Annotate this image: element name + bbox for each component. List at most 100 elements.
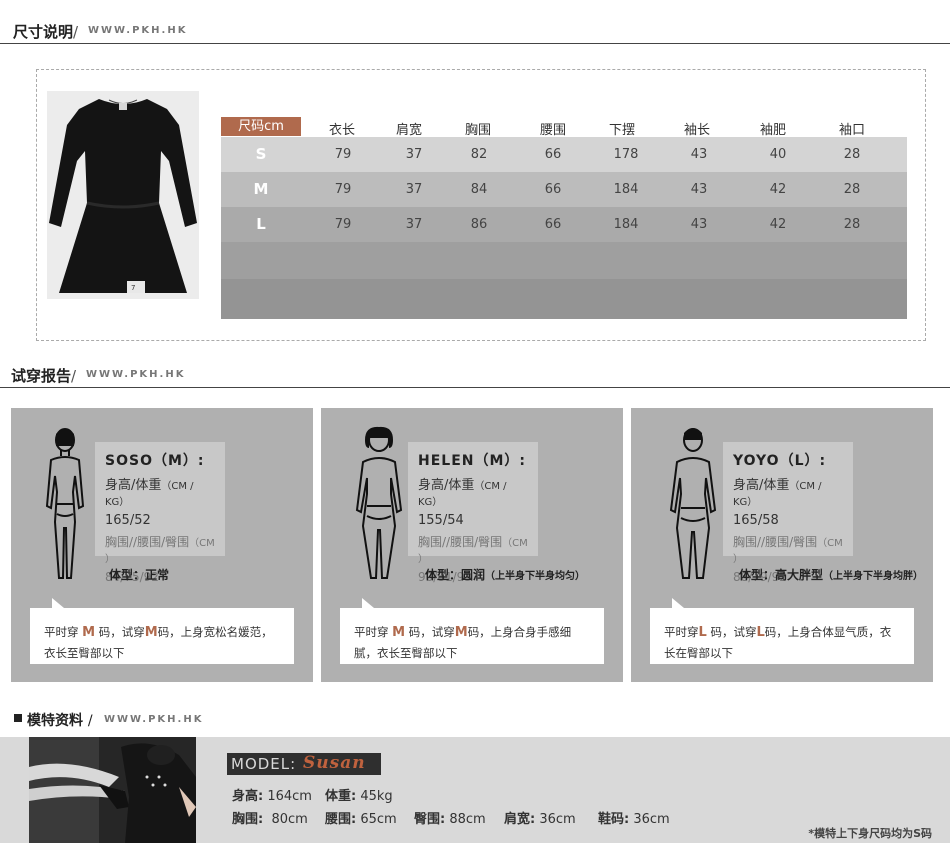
measure-label: 胸围//腰围/臀围（CM ） xyxy=(733,535,843,565)
fitting-comment: 平时穿 M 码，试穿M码，上身合身手感细腻，衣长至臀部以下 xyxy=(340,598,604,664)
column-header: 袖口 xyxy=(838,123,865,138)
fitting-comment: 平时穿L 码，试穿L码，上身合体显气质，衣长在臀部以下 xyxy=(650,598,914,664)
table-cell: 43 xyxy=(690,217,708,232)
hw-value: 155/54 xyxy=(418,513,464,528)
table-cell: 66 xyxy=(544,217,562,232)
model-height: 身高: 164cm xyxy=(232,789,312,804)
model-image xyxy=(29,737,196,843)
table-cell: 43 xyxy=(690,147,708,162)
model-note: *模特上下身尺码均为S码 xyxy=(808,827,932,840)
model-section-title: 模特资料 / xyxy=(27,713,93,729)
model-name: Susan xyxy=(303,753,366,773)
square-bullet-icon xyxy=(14,714,22,722)
fitter-name: HELEN（M）: xyxy=(418,453,527,469)
hw-value: 165/58 xyxy=(733,513,779,528)
model-chest: 胸围: 80cm xyxy=(232,812,308,827)
model-waist: 腰围: 65cm xyxy=(325,812,397,827)
size-table: 尺码cm 衣长 肩宽 胸围 腰围 下摆 袖长 袖肥 袖口 S 79 37 82 … xyxy=(221,117,907,319)
table-cell: 79 xyxy=(334,182,352,197)
model-photo xyxy=(29,737,196,843)
hw-label: 身高/体重（CM / KG） xyxy=(418,478,507,508)
report-section-header: 试穿报告/ WWW.PKH.HK xyxy=(0,362,950,388)
column-header: 肩宽 xyxy=(395,123,422,138)
table-cell: 28 xyxy=(843,147,861,162)
model-info: HELEN（M）: 身高/体重（CM / KG） 155/54 胸围//腰围/臀… xyxy=(408,442,538,584)
table-row-empty xyxy=(221,242,907,279)
fitting-card-helen: HELEN（M）: 身高/体重（CM / KG） 155/54 胸围//腰围/臀… xyxy=(321,408,623,682)
column-header: 袖肥 xyxy=(759,123,786,138)
model-shoe: 鞋码: 36cm xyxy=(598,812,670,827)
body-type: 体型：圆润（上半身下半身均匀） xyxy=(425,568,586,582)
fitter-name: SOSO（M）: xyxy=(105,453,205,469)
model-band: MODEL: Susan 身高: 164cm 体重: 45kg 胸围: 80cm… xyxy=(0,737,950,843)
table-row-empty xyxy=(221,279,907,319)
size-label: L xyxy=(256,215,266,233)
site-url: WWW.PKH.HK xyxy=(86,369,186,380)
table-cell: 86 xyxy=(470,217,488,232)
fitting-card-soso: SOSO（M）: 身高/体重（CM / KG） 165/52 胸围//腰围/臀围… xyxy=(11,408,313,682)
table-row: S 79 37 82 66 178 43 40 28 xyxy=(221,137,907,172)
model-info: YOYO（L）: 身高/体重（CM / KG） 165/58 胸围//腰围/臀围… xyxy=(723,442,853,584)
column-header: 衣长 xyxy=(328,123,355,138)
dress-image: 7 xyxy=(47,91,199,299)
column-header: 下摆 xyxy=(608,123,635,138)
body-figure-icon xyxy=(669,428,717,579)
model-weight: 体重: 45kg xyxy=(325,789,393,804)
size-box: 7 尺码cm 衣长 肩宽 胸围 腰围 下摆 袖长 袖肥 袖口 S 79 37 8… xyxy=(36,69,926,341)
size-section-title: 尺寸说明/ xyxy=(13,23,79,41)
table-cell: 43 xyxy=(690,182,708,197)
table-cell: 42 xyxy=(769,182,787,197)
report-section-title: 试穿报告/ xyxy=(11,367,77,385)
model-hip: 臀围: 88cm xyxy=(414,812,486,827)
table-cell: 184 xyxy=(613,217,639,232)
table-cell: 37 xyxy=(405,217,423,232)
table-cell: 184 xyxy=(613,182,639,197)
measure-label: 胸围//腰围/臀围（CM ） xyxy=(418,535,528,565)
size-header-label: 尺码cm xyxy=(221,117,301,136)
table-cell: 82 xyxy=(470,147,488,162)
table-cell: 66 xyxy=(544,182,562,197)
body-type: 体型：正常 xyxy=(109,568,170,582)
table-cell: 37 xyxy=(405,147,423,162)
fitter-name: YOYO（L）: xyxy=(733,453,827,469)
size-label: S xyxy=(255,145,267,163)
body-type: 体型：高大胖型（上半身下半身均胖） xyxy=(739,568,924,582)
model-label-text: MODEL: xyxy=(231,755,297,773)
model-info: SOSO（M）: 身高/体重（CM / KG） 165/52 胸围//腰围/臀围… xyxy=(95,442,225,584)
fitting-card-yoyo: YOYO（L）: 身高/体重（CM / KG） 165/58 胸围//腰围/臀围… xyxy=(631,408,933,682)
site-url: WWW.PKH.HK xyxy=(104,714,204,725)
measure-label: 胸围//腰围/臀围（CM ） xyxy=(105,535,215,565)
hw-value: 165/52 xyxy=(105,513,151,528)
size-section-header: 尺寸说明/ WWW.PKH.HK xyxy=(0,18,950,44)
hw-label: 身高/体重（CM / KG） xyxy=(733,478,822,508)
table-row: M 79 37 84 66 184 43 42 28 xyxy=(221,172,907,207)
table-cell: 79 xyxy=(334,147,352,162)
table-cell: 79 xyxy=(334,217,352,232)
body-figure-icon xyxy=(355,426,403,579)
table-row: L 79 37 86 66 184 43 42 28 xyxy=(221,207,907,242)
model-name-label: MODEL: Susan xyxy=(227,753,381,775)
dress-photo: 7 xyxy=(47,91,199,299)
table-cell: 84 xyxy=(470,182,488,197)
table-cell: 42 xyxy=(769,217,787,232)
divider xyxy=(0,387,950,388)
model-section-header: 模特资料 / WWW.PKH.HK xyxy=(0,708,950,732)
column-header: 腰围 xyxy=(539,123,566,138)
size-label: M xyxy=(253,180,269,198)
column-header: 胸围 xyxy=(464,123,491,138)
column-header: 袖长 xyxy=(683,123,710,138)
body-figure-icon xyxy=(45,428,85,579)
photo-tag: 7 xyxy=(131,284,135,292)
size-table-header: 尺码cm 衣长 肩宽 胸围 腰围 下摆 袖长 袖肥 袖口 xyxy=(221,117,907,138)
table-cell: 178 xyxy=(613,147,639,162)
divider xyxy=(0,43,950,44)
table-cell: 66 xyxy=(544,147,562,162)
model-shoulder: 肩宽: 36cm xyxy=(504,812,576,827)
table-cell: 28 xyxy=(843,182,861,197)
table-cell: 28 xyxy=(843,217,861,232)
table-cell: 37 xyxy=(405,182,423,197)
site-url: WWW.PKH.HK xyxy=(88,25,188,36)
table-cell: 40 xyxy=(769,147,787,162)
hw-label: 身高/体重（CM / KG） xyxy=(105,478,194,508)
fitting-comment: 平时穿 M 码，试穿M码，上身宽松名媛范，衣长至臀部以下 xyxy=(30,598,294,664)
